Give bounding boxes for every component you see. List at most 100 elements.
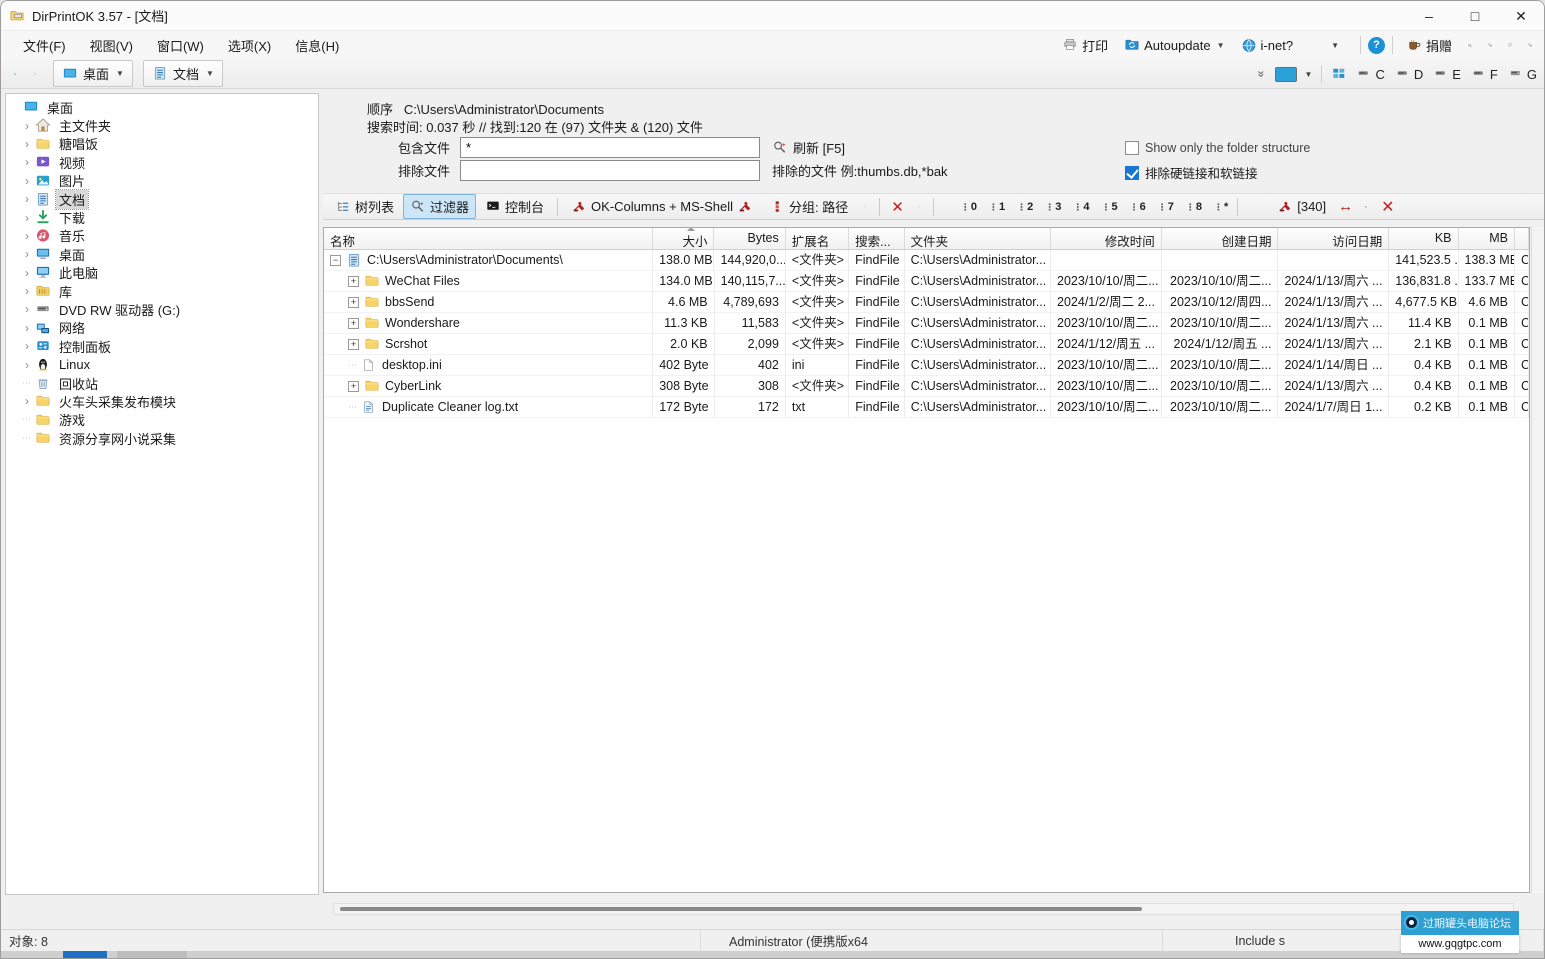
expand-icon[interactable]: + xyxy=(348,381,359,392)
inet-button[interactable]: i-net? xyxy=(1235,34,1300,56)
column-header-修改时间[interactable]: 修改时间 xyxy=(1051,228,1162,249)
include-files-input[interactable] xyxy=(460,137,760,158)
level-button-7[interactable]: ⋮7 xyxy=(1155,200,1177,214)
minimize-button[interactable]: – xyxy=(1406,1,1452,31)
close-button[interactable]: ✕ xyxy=(1498,1,1544,31)
expander-chevron-icon[interactable]: › xyxy=(20,266,34,280)
refresh-button[interactable]: 刷新 [F5] xyxy=(772,138,845,157)
maximize-button[interactable]: □ xyxy=(1452,1,1498,31)
table-row[interactable]: −C:\Users\Administrator\Documents\138.0 … xyxy=(324,250,1529,271)
file-name-cell[interactable]: +Wondershare xyxy=(324,313,653,334)
menu-window[interactable]: 窗口(W) xyxy=(145,32,216,59)
drive-button-f[interactable]: F xyxy=(1468,64,1501,84)
sidebar-item-Linux[interactable]: ›Linux xyxy=(6,355,318,373)
close-window-red-button[interactable] xyxy=(1482,37,1498,53)
expand-icon[interactable]: + xyxy=(348,297,359,308)
table-row[interactable]: ⋯Duplicate Cleaner log.txt172 Byte172txt… xyxy=(324,397,1529,418)
expander-chevron-icon[interactable]: › xyxy=(20,229,34,243)
checkbox-exclude-links[interactable]: 排除硬链接和软链接 xyxy=(1125,163,1258,182)
column-header-Bytes[interactable]: Bytes xyxy=(714,228,785,249)
table-row[interactable]: +bbsSend4.6 MB4,789,693<文件夹>FindFileC:\U… xyxy=(324,292,1529,313)
sidebar-item-图片[interactable]: ›图片 xyxy=(6,172,318,190)
column-width-button[interactable]: [340] xyxy=(1270,196,1333,218)
expander-chevron-icon[interactable]: › xyxy=(20,358,34,372)
column-header-扩展名[interactable]: 扩展名 xyxy=(786,228,849,249)
table-row[interactable]: +Scrshot2.0 KB2,099<文件夹>FindFileC:\Users… xyxy=(324,334,1529,355)
expander-chevron-icon[interactable]: › xyxy=(20,321,34,335)
refresh-page-button[interactable] xyxy=(857,199,873,215)
sidebar-item-游戏[interactable]: ⋯游戏 xyxy=(6,411,318,429)
sidebar-item-控制面板[interactable]: ›控制面板 xyxy=(6,337,318,355)
sidebar-item-库[interactable]: ›库 xyxy=(6,282,318,300)
search-magnifier-button[interactable] xyxy=(1462,37,1478,53)
collapse-icon[interactable]: − xyxy=(330,255,341,266)
expander-chevron-icon[interactable]: › xyxy=(20,119,34,133)
menu-file[interactable]: 文件(F) xyxy=(11,32,78,59)
level-button-1[interactable]: ⋮1 xyxy=(986,200,1008,214)
sidebar-item-桌面[interactable]: 桌面 xyxy=(6,98,318,116)
column-header-访问日期[interactable]: 访问日期 xyxy=(1278,228,1389,249)
column-header-clipped[interactable] xyxy=(1515,228,1529,249)
sidebar-item-回收站[interactable]: ⋯回收站 xyxy=(6,374,318,392)
scrollbar-thumb[interactable] xyxy=(340,907,1142,911)
level-button-4[interactable]: ⋮4 xyxy=(1070,200,1092,214)
drive-button-e[interactable]: E xyxy=(1430,64,1464,84)
sidebar-item-文档[interactable]: ›文档 xyxy=(6,190,318,208)
chevron-down-icon[interactable]: ▼ xyxy=(1305,70,1313,79)
column-header-文件夹[interactable]: 文件夹 xyxy=(905,228,1051,249)
expander-chevron-icon[interactable]: › xyxy=(20,211,34,225)
chevron-down-icon[interactable]: ▼ xyxy=(1331,41,1339,50)
donate-button[interactable]: 捐赠 xyxy=(1400,33,1458,58)
level-button-8[interactable]: ⋮8 xyxy=(1183,200,1205,214)
remove-columns-button[interactable]: ✕ xyxy=(1376,197,1399,217)
expander-chevron-icon[interactable]: › xyxy=(20,192,34,206)
sidebar-item-糖唱饭[interactable]: ›糖唱饭 xyxy=(6,135,318,153)
expand-icon[interactable]: + xyxy=(348,318,359,329)
help-button[interactable]: ? xyxy=(1368,37,1385,54)
column-header-创建日期[interactable]: 创建日期 xyxy=(1162,228,1279,249)
page-sync-button[interactable] xyxy=(911,199,927,215)
expander-chevron-icon[interactable]: › xyxy=(20,394,34,408)
level-button-0[interactable]: ⋮0 xyxy=(958,200,980,214)
expand-icon[interactable]: + xyxy=(348,276,359,287)
sidebar-item-资源分享网小说采集[interactable]: ⋯资源分享网小说采集 xyxy=(6,429,318,447)
drive-button-c[interactable]: C xyxy=(1353,64,1387,84)
menu-info[interactable]: 信息(H) xyxy=(283,32,351,59)
file-name-cell[interactable]: +WeChat Files xyxy=(324,271,653,292)
file-name-cell[interactable]: +bbsSend xyxy=(324,292,653,313)
level-button-6[interactable]: ⋮6 xyxy=(1127,200,1149,214)
expander-chevron-icon[interactable]: › xyxy=(20,339,34,353)
grid-blue-icon[interactable] xyxy=(1331,66,1347,82)
chevron-more-icon[interactable]: » xyxy=(1254,67,1268,82)
folder-up-button[interactable] xyxy=(27,66,43,82)
level-button-5[interactable]: ⋮5 xyxy=(1098,200,1120,214)
sidebar-item-主文件夹[interactable]: ›主文件夹 xyxy=(6,116,318,134)
vertical-scrollbar[interactable] xyxy=(1531,227,1544,893)
color-swatch-button[interactable] xyxy=(1275,67,1297,82)
column-header-大小[interactable]: 大小 xyxy=(653,228,714,249)
filter-button[interactable]: 过滤器 xyxy=(403,194,476,219)
menu-view[interactable]: 视图(V) xyxy=(78,32,145,59)
checkbox-folder-structure[interactable]: Show only the folder structure xyxy=(1125,141,1310,155)
tree-list-button[interactable]: 树列表 xyxy=(328,194,401,219)
level-button-3[interactable]: ⋮3 xyxy=(1042,200,1064,214)
tab-desktop[interactable]: 桌面 ▼ xyxy=(53,60,133,87)
column-header-搜索...[interactable]: 搜索... xyxy=(849,228,904,249)
export-red-button[interactable] xyxy=(1358,199,1374,215)
file-name-cell[interactable]: −C:\Users\Administrator\Documents\ xyxy=(324,250,653,271)
table-row[interactable]: ⋯desktop.ini402 Byte402iniFindFileC:\Use… xyxy=(324,355,1529,376)
sidebar-item-此电脑[interactable]: ›此电脑 xyxy=(6,264,318,282)
menu-options[interactable]: 选项(X) xyxy=(216,32,283,59)
copy-window-button[interactable] xyxy=(1502,37,1518,53)
grouping-button[interactable]: 分组: 路径 xyxy=(762,194,855,219)
expander-chevron-icon[interactable]: › xyxy=(20,302,34,316)
sidebar-item-下载[interactable]: ›下载 xyxy=(6,208,318,226)
expander-chevron-icon[interactable]: › xyxy=(20,155,34,169)
close-all-red-button[interactable] xyxy=(1522,37,1538,53)
expander-chevron-icon[interactable]: › xyxy=(20,247,34,261)
sidebar-item-桌面[interactable]: ›桌面 xyxy=(6,245,318,263)
expand-icon[interactable]: + xyxy=(348,339,359,350)
column-header-KB[interactable]: KB xyxy=(1389,228,1458,249)
console-button[interactable]: 控制台 xyxy=(478,194,551,219)
sidebar-item-DVD-RW-驱动器-(G:)[interactable]: ›DVD RW 驱动器 (G:) xyxy=(6,300,318,318)
